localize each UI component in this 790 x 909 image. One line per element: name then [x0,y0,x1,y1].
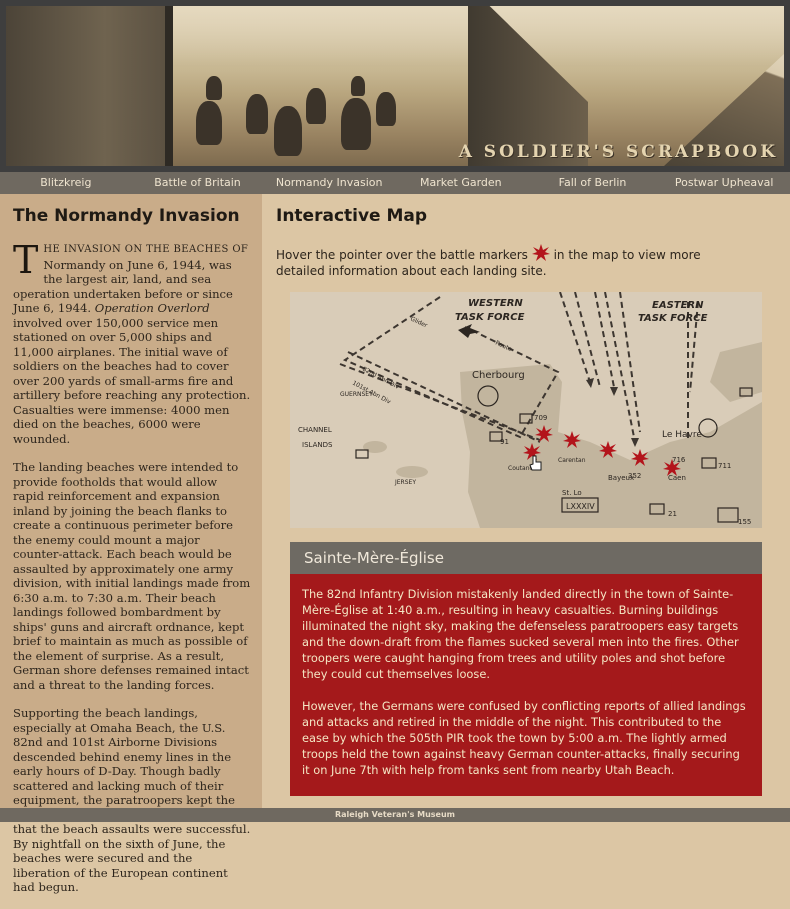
map-label-711: 711 [718,462,731,470]
main-nav: Blitzkreig Battle of Britain Normandy In… [0,172,790,194]
article-heading: The Normandy Invasion [13,206,240,226]
map-label-709: 709 [534,414,547,422]
nav-item-postwar-upheaval[interactable]: Postwar Upheaval [658,172,790,194]
nav-item-blitzkreig[interactable]: Blitzkreig [0,172,132,194]
map-label-channel: CHANNEL [298,426,332,434]
map-label-carentan: Carentan [558,457,586,464]
map-label-western: WESTERN [468,298,523,309]
article-paragraph: T HE INVASION ON THE BEACHES OF Normandy … [13,238,251,446]
map-label-st-lo: St. Lo [562,489,582,497]
map-label-caen: Caen [668,474,686,482]
map-label-21: 21 [668,510,677,518]
map-label-lxxxiv: LXXXIV [566,502,595,511]
map-label-155: 155 [738,518,751,526]
map-label-eastern-2: TASK FORCE [638,313,708,324]
detail-panel: The 82nd Infantry Division mistakenly la… [290,574,762,796]
map-column: Interactive Map Hover the pointer over t… [262,194,790,808]
map-label-western-2: TASK FORCE [455,312,525,323]
map-label-91: 91 [500,438,509,446]
drop-cap: T [13,238,39,282]
landing-craft-ramp-left [6,6,173,166]
map-label-352: 352 [628,472,641,480]
nav-item-battle-of-britain[interactable]: Battle of Britain [132,172,264,194]
interactive-map[interactable]: WESTERN TASK FORCE EASTERN TASK FORCE Ch… [290,292,762,528]
site-header: A SOLDIER'S SCRAPBOOK [0,0,790,172]
normandy-map: WESTERN TASK FORCE EASTERN TASK FORCE Ch… [290,292,762,528]
nav-item-market-garden[interactable]: Market Garden [395,172,527,194]
detail-paragraph: The 82nd Infantry Division mistakenly la… [302,587,739,681]
detail-paragraph: However, the Germans were confused by co… [302,699,746,777]
nav-item-fall-of-berlin[interactable]: Fall of Berlin [527,172,659,194]
map-heading: Interactive Map [276,206,428,226]
starburst-marker-icon [531,244,550,261]
map-label-le-havre: Le Havre [662,430,702,440]
map-label-islands: ISLANDS [302,441,333,449]
map-label-jersey: JERSEY [394,479,416,486]
site-title: A SOLDIER'S SCRAPBOOK [458,142,778,162]
article-column: The Normandy Invasion T HE INVASION ON TH… [0,194,262,894]
site-footer: Raleigh Veteran's Museum [0,808,790,822]
detail-title: Sainte-Mère-Église [290,542,762,574]
map-label-eastern: EASTERN [652,300,704,311]
map-label-cherbourg: Cherbourg [472,370,525,381]
article-paragraph: The landing beaches were intended to pro… [13,460,251,692]
map-instructions: Hover the pointer over the battle marker… [276,244,746,279]
nav-item-normandy-invasion[interactable]: Normandy Invasion [263,172,395,194]
article-paragraph: Supporting the beach landings, especiall… [13,706,251,894]
